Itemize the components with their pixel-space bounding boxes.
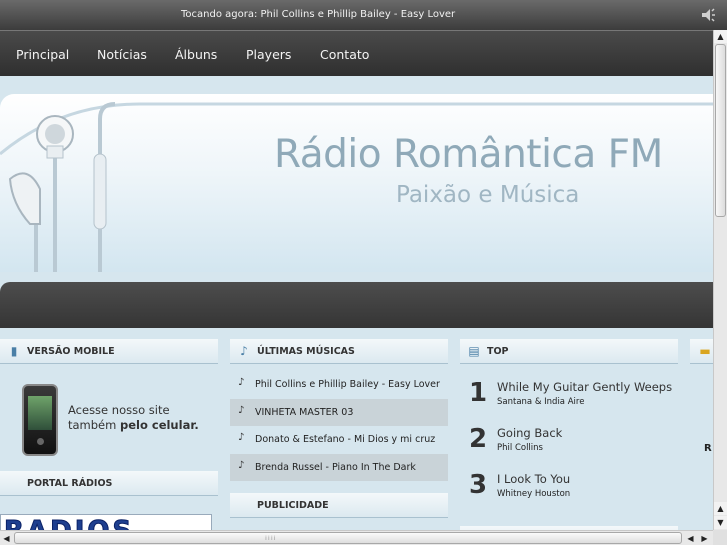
now-playing-bar: Tocando agora: Phil Collins e Phillip Ba… [0, 0, 727, 30]
page: Tocando agora: Phil Collins e Phillip Ba… [0, 0, 727, 545]
scroll-left-icon[interactable]: ◀ [684, 532, 697, 545]
scroll-right-icon[interactable]: ▶ [698, 532, 711, 545]
latest-section-title: ÚLTIMAS MÚSICAS [257, 346, 355, 357]
latest-section-header: ♪ ÚLTIMAS MÚSICAS [230, 339, 448, 364]
speaker-icon[interactable] [699, 6, 717, 24]
mobile-section-title: VERSÃO MOBILE [27, 346, 115, 357]
portal-section-header: PORTAL RÁDIOS [0, 471, 218, 496]
latest-song-title: Brenda Russel - Piano In The Dark [255, 462, 416, 473]
music-note-icon: ♪ [238, 405, 245, 416]
latest-song-title: VINHETA MASTER 03 [255, 407, 354, 418]
ads-section-header: PUBLICIDADE [230, 493, 448, 518]
latest-song-row[interactable]: ♪ Donato & Estefano - Mi Dios y mi cruz [230, 426, 448, 453]
chart-icon: ▤ [468, 344, 480, 358]
phone-image [22, 384, 58, 456]
vertical-scrollbar[interactable]: ▲ ▲ ▼ [713, 30, 727, 530]
scroll-up-icon[interactable]: ▲ [714, 30, 727, 43]
latest-song-row[interactable]: ♪ Brenda Russel - Piano In The Dark [230, 454, 448, 481]
top-section-header: ▤ TOP [460, 339, 678, 364]
music-note-icon: ♪ [240, 344, 248, 358]
music-note-icon: ♪ [238, 460, 245, 471]
earphones-illustration [0, 102, 713, 272]
latest-song-title: Phil Collins e Phillip Bailey - Easy Lov… [255, 379, 440, 390]
banner-title: Rádio Romântica FM [274, 132, 663, 177]
portal-section-title: PORTAL RÁDIOS [27, 478, 113, 489]
phone-icon: ▮ [10, 344, 18, 358]
vertical-scroll-thumb[interactable] [715, 44, 726, 217]
latest-song-title: Donato & Estefano - Mi Dios y mi cruz [255, 434, 436, 445]
top-section-title: TOP [487, 346, 509, 357]
top-song: Going Back [497, 426, 563, 440]
nav-noticias[interactable]: Notícias [97, 47, 147, 62]
top-list-item[interactable]: 2 Going Back Phil Collins [460, 424, 678, 470]
music-note-icon: ♪ [238, 377, 245, 388]
top-artist: Whitney Houston [497, 489, 571, 499]
now-playing-text: Tocando agora: Phil Collins e Phillip Ba… [181, 9, 456, 20]
top-artist: Phil Collins [497, 443, 543, 453]
top-rank: 1 [469, 378, 488, 408]
mobile-text: Acesse nosso site também pelo celular. [68, 403, 208, 433]
horizontal-scrollbar[interactable]: ◀ ⁞⁞⁞⁞ ◀ ▶ [0, 530, 713, 545]
header-banner: Rádio Romântica FM Paixão e Música [0, 94, 713, 272]
partial-section-header: ▬ [690, 339, 713, 364]
top-list-item[interactable]: 3 I Look To You Whitney Houston [460, 470, 678, 516]
top-rank: 3 [469, 470, 488, 500]
horizontal-scroll-thumb[interactable]: ⁞⁞⁞⁞ [14, 532, 682, 544]
scroll-down-icon[interactable]: ▼ [714, 516, 727, 529]
top-song: I Look To You [497, 472, 571, 486]
scroll-up-icon[interactable]: ▲ [714, 502, 727, 515]
top-list-item[interactable]: 1 While My Guitar Gently Weeps Santana &… [460, 378, 678, 424]
latest-song-row[interactable]: ♪ VINHETA MASTER 03 [230, 399, 448, 426]
partial-column-letter: R [704, 443, 712, 454]
top-artist: Santana & India Aire [497, 397, 585, 407]
music-note-icon: ♪ [238, 432, 245, 443]
top-song: While My Guitar Gently Weeps [497, 380, 673, 394]
ads-section-title: PUBLICIDADE [257, 500, 329, 511]
banner-subtitle: Paixão e Música [396, 182, 580, 208]
mobile-section-header: ▮ VERSÃO MOBILE [0, 339, 218, 364]
banner-player-bar [0, 282, 713, 328]
nav-principal[interactable]: Principal [16, 47, 69, 62]
nav-albuns[interactable]: Álbuns [175, 47, 217, 62]
nav-contato[interactable]: Contato [320, 47, 369, 62]
nav-players[interactable]: Players [246, 47, 291, 62]
latest-song-row[interactable]: ♪ Phil Collins e Phillip Bailey - Easy L… [230, 371, 448, 398]
scrollbar-corner [713, 530, 727, 545]
main-nav: Principal Notícias Álbuns Players Contat… [0, 30, 713, 76]
folder-icon: ▬ [699, 344, 711, 358]
mobile-text-bold[interactable]: pelo celular. [120, 418, 199, 432]
scroll-left-icon[interactable]: ◀ [0, 532, 13, 545]
top-rank: 2 [469, 424, 488, 454]
